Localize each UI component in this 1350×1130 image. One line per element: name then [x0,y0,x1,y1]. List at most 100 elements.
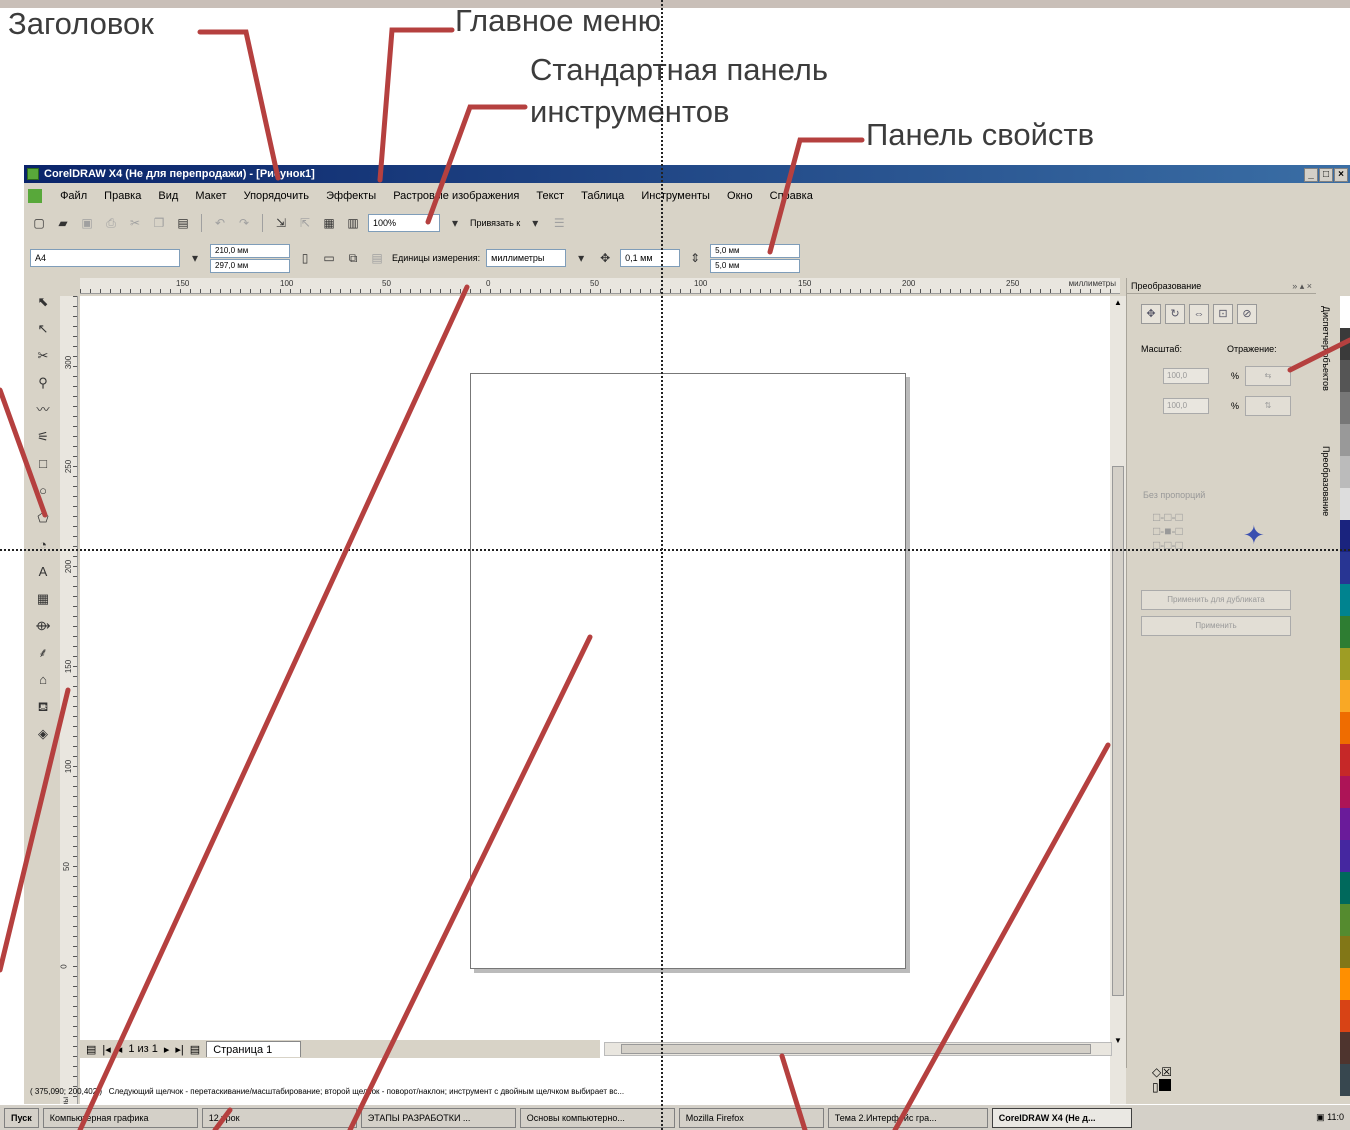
polygon-tool-icon[interactable]: ⬠ [33,507,53,528]
current-page-icon[interactable]: ▤ [368,249,386,267]
first-page-icon[interactable]: |◂ [102,1043,110,1056]
chevron-down-icon[interactable]: ▾ [572,249,590,267]
snap-to-label[interactable]: Привязать к [470,218,520,228]
welcome-screen-icon[interactable]: ▥ [344,214,362,232]
menu-edit[interactable]: Правка [97,185,148,207]
palette-swatch[interactable] [1340,520,1350,552]
chevron-down-icon[interactable]: ▾ [446,214,464,232]
position-icon[interactable]: ✥ [1141,304,1161,324]
chevron-down-icon[interactable]: ▾ [526,214,544,232]
maximize-button[interactable]: □ [1319,168,1333,182]
scale-icon[interactable]: ⇔ [1189,304,1209,324]
palette-swatch[interactable] [1340,872,1350,904]
palette-swatch[interactable] [1340,968,1350,1000]
menu-arrange[interactable]: Упорядочить [237,185,316,207]
next-page-icon[interactable]: ▸ [164,1043,170,1056]
portrait-icon[interactable]: ▯ [296,249,314,267]
horizontal-scroll-thumb[interactable] [621,1044,1091,1054]
pick-tool-icon[interactable]: ⬉ [33,291,53,312]
duplicate-x-field[interactable]: 5,0 мм [710,243,801,258]
palette-swatch[interactable] [1340,1064,1350,1096]
copy-icon[interactable]: ❐ [150,214,168,232]
last-page-icon[interactable]: ▸| [175,1043,183,1056]
application-launcher-icon[interactable]: ▦ [320,214,338,232]
menu-effects[interactable]: Эффекты [319,185,383,207]
options-icon[interactable]: ☰ [550,214,568,232]
page-width-field[interactable]: 210,0 мм [210,243,290,258]
paste-icon[interactable]: ▤ [174,214,192,232]
smart-fill-tool-icon[interactable]: ⚟ [33,426,53,447]
minimize-button[interactable]: _ [1304,168,1318,182]
fill-tool-icon[interactable]: ⛾ [33,696,53,717]
eyedropper-tool-icon[interactable]: ⸙ [33,642,53,663]
open-icon[interactable]: ▰ [54,214,72,232]
palette-swatch[interactable] [1340,936,1350,968]
task-button[interactable]: Компьютерная графика [42,1107,198,1128]
object-manager-tab[interactable]: Диспетчер объектов [1321,306,1331,391]
palette-swatch[interactable] [1340,712,1350,744]
menu-table[interactable]: Таблица [574,185,631,207]
crop-tool-icon[interactable]: ✂ [33,345,53,366]
cut-icon[interactable]: ✂ [126,214,144,232]
palette-swatch[interactable] [1340,488,1350,520]
import-icon[interactable]: ⇲ [272,214,290,232]
units-select[interactable]: миллиметры [486,249,567,267]
scale-y-field[interactable]: 100,0 [1163,398,1209,414]
start-button[interactable]: Пуск [4,1107,39,1128]
page-tab[interactable]: Страница 1 [206,1041,302,1057]
menu-view[interactable]: Вид [151,185,185,207]
palette-swatch[interactable] [1340,1032,1350,1064]
interactive-fill-tool-icon[interactable]: ◈ [33,723,53,744]
nudge-distance-field[interactable]: 0,1 мм [620,249,681,267]
scroll-down-arrow[interactable]: ▼ [1112,1036,1124,1048]
palette-swatch[interactable] [1340,456,1350,488]
task-button[interactable]: Mozilla Firefox [678,1107,824,1128]
transformation-tab[interactable]: Преобразование [1321,446,1331,516]
menu-layout[interactable]: Макет [188,185,233,207]
palette-swatch[interactable] [1340,904,1350,936]
palette-swatch[interactable] [1340,392,1350,424]
palette-swatch[interactable] [1340,616,1350,648]
horizontal-ruler[interactable]: 150 100 50 0 50 100 150 200 250 миллимет… [80,278,1120,294]
color-palette[interactable] [1340,296,1350,1096]
chevron-down-icon[interactable]: ▾ [186,249,204,267]
proportional-checkbox[interactable]: Без пропорций [1143,490,1205,500]
palette-swatch[interactable] [1340,1000,1350,1032]
palette-swatch[interactable] [1340,744,1350,776]
horizontal-scrollbar[interactable] [604,1042,1112,1056]
landscape-icon[interactable]: ▭ [320,249,338,267]
task-button[interactable]: Тема 2.Интерфейс гра... [827,1107,988,1128]
task-button[interactable]: 12 урок [201,1107,357,1128]
redo-icon[interactable]: ↷ [235,214,253,232]
paper-size-select[interactable]: A4 [30,249,180,267]
palette-swatch[interactable] [1340,584,1350,616]
interactive-blend-tool-icon[interactable]: ⟴ [33,615,53,636]
palette-swatch[interactable] [1340,648,1350,680]
undo-icon[interactable]: ↶ [211,214,229,232]
page-icon[interactable]: ▤ [86,1043,96,1056]
docker-controls[interactable]: » ▴ × [1292,278,1312,294]
palette-swatch[interactable] [1340,776,1350,808]
palette-swatch[interactable] [1340,840,1350,872]
spin-arrows-icon[interactable]: ⇕ [686,249,704,267]
text-tool-icon[interactable]: A [33,561,53,582]
scale-x-field[interactable]: 100,0 [1163,368,1209,384]
close-button[interactable]: × [1334,168,1348,182]
task-button[interactable]: ЭТАПЫ РАЗРАБОТКИ ... [360,1107,516,1128]
task-button-active[interactable]: CorelDRAW X4 (Не д... [991,1107,1132,1128]
drawing-window[interactable] [80,296,1110,1130]
task-button[interactable]: Основы компьютерно... [519,1107,675,1128]
skew-icon[interactable]: ⊘ [1237,304,1257,324]
apply-to-duplicate-button[interactable]: Применить для дубликата [1141,590,1291,610]
save-icon[interactable]: ▣ [78,214,96,232]
vertical-ruler[interactable]: 300 250 200 150 100 50 0 миллиметры [60,296,78,1130]
zoom-tool-icon[interactable]: ⚲ [33,372,53,393]
apply-button[interactable]: Применить [1141,616,1291,636]
zoom-level-field[interactable]: 100% [368,214,440,232]
menu-file[interactable]: Файл [53,185,94,207]
menu-tools[interactable]: Инструменты [634,185,717,207]
prev-page-icon[interactable]: ◂ [117,1043,123,1056]
menu-window[interactable]: Окно [720,185,760,207]
basic-shapes-tool-icon[interactable]: ◔ [33,534,53,555]
ellipse-tool-icon[interactable]: ○ [33,480,53,501]
